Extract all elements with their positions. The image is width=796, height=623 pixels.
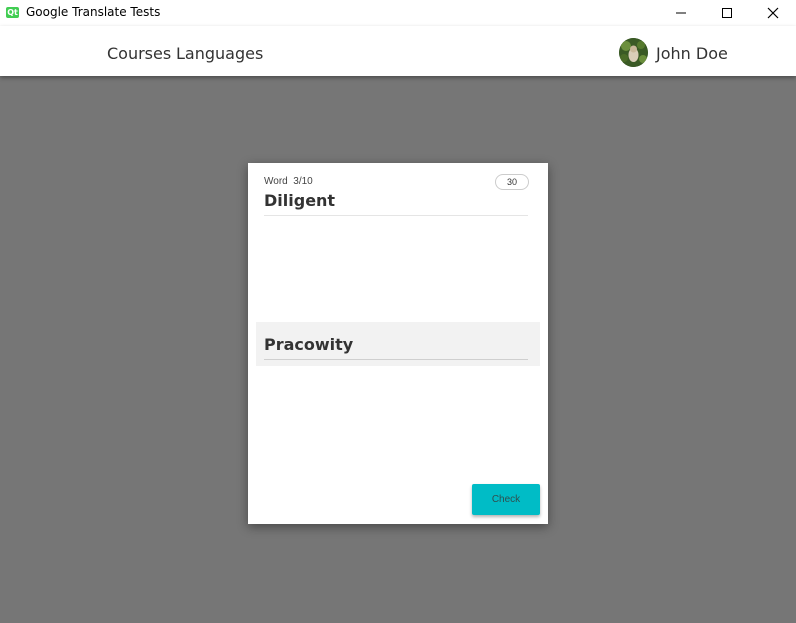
source-word: Diligent [264, 191, 336, 210]
answer-field[interactable]: Pracowity [256, 322, 540, 366]
close-button[interactable] [750, 0, 796, 26]
app-header: Courses Languages John Doe [0, 26, 796, 76]
minimize-icon [676, 12, 686, 14]
word-card: Word 3/10 30 Diligent Pracowity Check [248, 163, 548, 524]
user-name[interactable]: John Doe [656, 44, 728, 63]
answer-underline [264, 359, 528, 360]
nav-languages[interactable]: Languages [176, 44, 263, 63]
timer-badge: 30 [495, 174, 529, 190]
nav-courses[interactable]: Courses [107, 44, 171, 63]
check-button[interactable]: Check [472, 484, 540, 515]
divider [264, 215, 528, 216]
word-counter: Word 3/10 [264, 176, 313, 187]
answer-text[interactable]: Pracowity [264, 335, 353, 354]
avatar-image [619, 38, 648, 67]
close-icon [767, 7, 779, 19]
qt-icon: Qt [6, 7, 19, 18]
maximize-icon [722, 8, 732, 18]
avatar[interactable] [619, 38, 648, 67]
minimize-button[interactable] [658, 0, 704, 26]
window-titlebar: Qt Google Translate Tests [0, 0, 796, 26]
maximize-button[interactable] [704, 0, 750, 26]
window-title: Google Translate Tests [26, 5, 161, 19]
